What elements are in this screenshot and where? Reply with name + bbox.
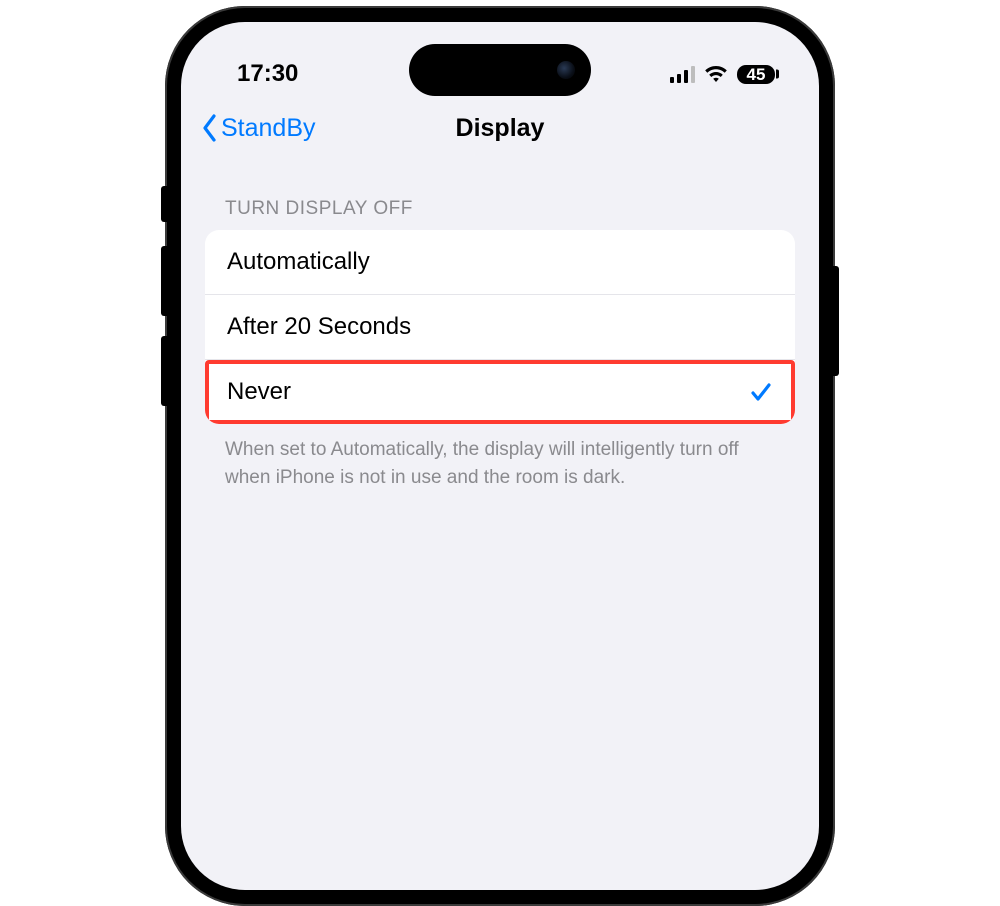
- phone-frame: 17:30 45 StandBy Display: [165, 6, 835, 906]
- chevron-left-icon: [201, 113, 219, 143]
- option-automatically[interactable]: Automatically: [205, 230, 795, 295]
- cellular-signal-icon: [670, 66, 696, 83]
- section-footer: When set to Automatically, the display w…: [205, 424, 795, 491]
- back-button[interactable]: StandBy: [201, 113, 316, 143]
- screen: 17:30 45 StandBy Display: [181, 22, 819, 890]
- battery-level-badge: 45: [737, 65, 775, 84]
- content-area: TURN DISPLAY OFF Automatically After 20 …: [181, 162, 819, 491]
- volume-up-button: [161, 246, 167, 316]
- option-label: Never: [227, 378, 291, 406]
- volume-down-button: [161, 336, 167, 406]
- option-never[interactable]: Never: [205, 360, 795, 424]
- status-time: 17:30: [237, 60, 298, 88]
- navigation-bar: StandBy Display: [181, 100, 819, 162]
- options-list: Automatically After 20 Seconds Never: [205, 230, 795, 424]
- checkmark-icon: [749, 380, 773, 404]
- section-header: TURN DISPLAY OFF: [205, 198, 795, 230]
- option-label: Automatically: [227, 248, 370, 276]
- wifi-icon: [704, 65, 728, 83]
- option-after-20-seconds[interactable]: After 20 Seconds: [205, 295, 795, 360]
- back-label: StandBy: [221, 114, 316, 143]
- power-button: [833, 266, 839, 376]
- page-title: Display: [456, 114, 545, 143]
- front-camera-icon: [557, 61, 575, 79]
- dynamic-island: [409, 44, 591, 96]
- option-label: After 20 Seconds: [227, 313, 411, 341]
- side-button: [161, 186, 167, 222]
